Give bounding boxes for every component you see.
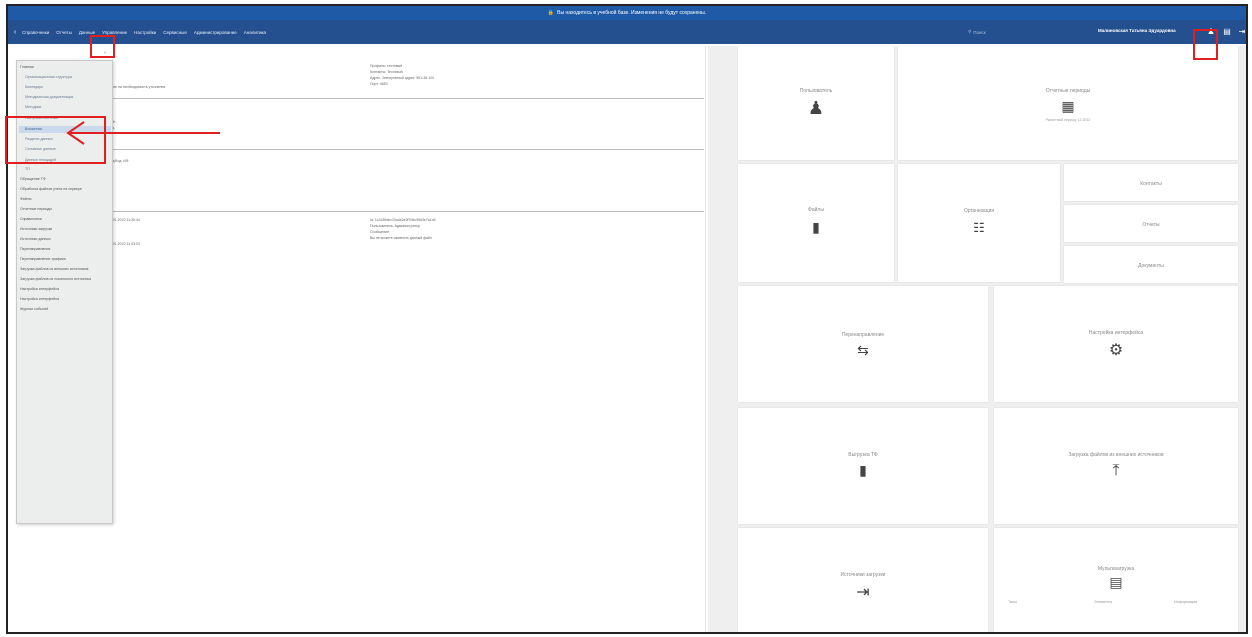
divider bbox=[104, 98, 704, 99]
back-icon[interactable]: ‹ bbox=[8, 29, 22, 36]
field-text: Порт: 4653 bbox=[370, 82, 388, 86]
tile-external-upload[interactable]: Загрузка файлов из внешних источников ⤒ bbox=[994, 408, 1238, 524]
sidebar-item[interactable]: Обработка файлов учета на сервере bbox=[20, 187, 82, 191]
book-icon[interactable]: ▤ bbox=[1221, 26, 1233, 38]
tile-label: Выгрузка ТФ bbox=[848, 452, 878, 458]
tile-label: Отчетные периоды bbox=[1045, 88, 1091, 94]
sidebar-item[interactable]: Загрузка файлов из локального источника bbox=[20, 277, 91, 281]
tile-foot[interactable]: Информация bbox=[1174, 600, 1197, 604]
calendar-icon: ▦ bbox=[1061, 98, 1075, 114]
tile-label: Контакты bbox=[1140, 181, 1162, 187]
tile-label: Пользователь bbox=[799, 88, 833, 94]
menu-item[interactable]: Администрирование bbox=[194, 30, 237, 35]
tile-personnel[interactable]: Пользователь ♟ bbox=[738, 46, 894, 160]
main-content: Вид Вид Указание на необходимость уточне… bbox=[38, 46, 706, 632]
sidebar-item[interactable]: Отчетные периоды bbox=[20, 207, 52, 211]
sidebar-item[interactable]: Методики bbox=[25, 105, 41, 109]
tile-label: Загрузка файлов из внешних источников bbox=[1068, 452, 1164, 458]
tile-contacts[interactable]: Контакты bbox=[1064, 164, 1238, 201]
sidebar-item[interactable]: Организационная структура bbox=[25, 75, 72, 79]
tile-interface-settings[interactable]: Настройка интерфейса ⚙ bbox=[994, 286, 1238, 402]
tile-foot[interactable]: Типы bbox=[1008, 600, 1017, 604]
divider bbox=[104, 149, 704, 150]
tile-label: Организация bbox=[963, 208, 995, 214]
field-text: Адрес: Электронный адрес: 961-38-102 bbox=[370, 76, 435, 80]
sidebar-item[interactable]: Настройка интерфейса bbox=[20, 287, 59, 291]
divider bbox=[104, 211, 704, 212]
tile-multiupload[interactable]: Мультизагрузка ▤ Типы Элементы Информаци… bbox=[994, 528, 1238, 632]
menu-item[interactable]: Аналитика bbox=[244, 30, 266, 35]
field-text: Вы не можете изменить данный файл bbox=[370, 236, 432, 240]
tile-upload-sources[interactable]: Источники загрузки ⇥ bbox=[738, 528, 988, 632]
field-text: Профиль: тестовый bbox=[370, 64, 403, 68]
search-box[interactable]: ⚲ Поиск bbox=[968, 27, 1038, 37]
sidebar-item[interactable]: Календарь bbox=[25, 85, 43, 89]
swap-arrows-icon: ⇆ bbox=[857, 342, 869, 358]
menu-item[interactable]: Отчеты bbox=[56, 30, 72, 35]
menu-item[interactable]: Справочники bbox=[22, 30, 49, 35]
tile-label: Мультизагрузка bbox=[1097, 566, 1135, 572]
tile-sub: Расчетный период: 12.2022 bbox=[1045, 118, 1091, 122]
tile-label: Файлы bbox=[808, 207, 824, 213]
gear-icon: ⚙ bbox=[1108, 342, 1124, 359]
tile-export-tf[interactable]: Выгрузка ТФ ▮ bbox=[738, 408, 988, 524]
sidebar-item[interactable]: Методическая документация bbox=[25, 95, 73, 99]
field-text: Контакты: Тестовый bbox=[370, 70, 403, 74]
top-navigation: ‹ Справочники Отчеты Данные Управление Н… bbox=[8, 20, 1246, 44]
tile-label: Документы bbox=[1138, 263, 1164, 269]
lock-icon: 🔒 bbox=[547, 10, 555, 16]
field-text: Пользователь: Администратор bbox=[370, 224, 420, 228]
tile-label: Отчеты bbox=[1142, 222, 1160, 228]
dashboard-tiles: Пользователь ♟ Отчетные периоды ▦ Расчет… bbox=[708, 46, 1246, 632]
tile-files[interactable]: Файлы ▮ bbox=[738, 164, 894, 282]
user-name[interactable]: Малиновская Татьяна Эдуардовна bbox=[1098, 28, 1176, 33]
login-icon: ⇥ bbox=[856, 584, 870, 601]
file-export-icon: ▮ bbox=[859, 462, 867, 478]
highlight-box bbox=[1193, 29, 1218, 60]
sidebar-item[interactable]: Журнал событий bbox=[20, 307, 48, 311]
file-icon: ▮ bbox=[812, 219, 820, 235]
menu-item[interactable]: Сервисные bbox=[163, 30, 187, 35]
menu-item[interactable]: Управление bbox=[102, 30, 127, 35]
app-window: 🔒 Вы находитесь в учебной базе. Изменени… bbox=[6, 4, 1248, 634]
documents-icon: ▤ bbox=[1109, 574, 1123, 590]
sidebar-item[interactable]: Источники загрузки bbox=[20, 227, 52, 231]
tile-organization[interactable]: Организация ☷ bbox=[898, 164, 1060, 282]
sidebar-item[interactable]: Главная bbox=[20, 65, 34, 69]
upload-icon: ⤒ bbox=[1112, 462, 1120, 479]
field-text: Сообщение: bbox=[370, 230, 391, 234]
tile-label: Перенаправление bbox=[841, 332, 885, 338]
tile-documents[interactable]: Документы bbox=[1064, 246, 1238, 283]
banner-text: Вы находитесь в учебной базе. Изменения … bbox=[557, 10, 707, 16]
search-icon: ⚲ bbox=[968, 29, 972, 34]
sidebar-item[interactable]: Файлы bbox=[20, 197, 31, 201]
tile-label: Источники загрузки bbox=[840, 572, 886, 578]
sidebar-item[interactable]: Обращение ТФ bbox=[20, 177, 46, 181]
highlight-box bbox=[5, 116, 106, 164]
tile-label: Настройка интерфейса bbox=[1088, 330, 1144, 336]
menu-item[interactable]: Данные bbox=[79, 30, 95, 35]
sidebar-item[interactable]: Источники данных bbox=[20, 237, 51, 241]
search-placeholder: Поиск bbox=[973, 29, 986, 35]
tile-periods[interactable]: Отчетные периоды ▦ Расчетный период: 12.… bbox=[898, 46, 1238, 160]
main-menu: Справочники Отчеты Данные Управление Нас… bbox=[22, 30, 266, 35]
menu-item[interactable]: Настройки bbox=[134, 30, 156, 35]
sidebar-item[interactable]: Перенаправление трафика bbox=[20, 257, 66, 261]
tile-redirection[interactable]: Перенаправление ⇆ bbox=[738, 286, 988, 402]
sidebar-item[interactable]: ТП bbox=[25, 167, 30, 171]
person-icon: ♟ bbox=[807, 98, 825, 118]
sidebar-item[interactable]: Перенаправления bbox=[20, 247, 50, 251]
tile-reports[interactable]: Отчеты bbox=[1064, 205, 1238, 242]
field-text: Id: 1c3189dbc20a4b2e9f7b5c95d3e7a1d4 bbox=[370, 218, 436, 222]
org-structure-icon: ☷ bbox=[973, 220, 985, 235]
logout-icon[interactable]: ⇥ bbox=[1236, 26, 1246, 38]
training-banner: 🔒 Вы находитесь в учебной базе. Изменени… bbox=[8, 6, 1246, 20]
sidebar-item[interactable]: Настройка интерфейса bbox=[20, 297, 59, 301]
sidebar-item[interactable]: Загрузка файлов из внешних источников bbox=[20, 267, 88, 271]
sidebar-item[interactable]: Справочники bbox=[20, 217, 42, 221]
tile-foot[interactable]: Элементы bbox=[1094, 600, 1112, 604]
highlight-box bbox=[90, 35, 115, 58]
